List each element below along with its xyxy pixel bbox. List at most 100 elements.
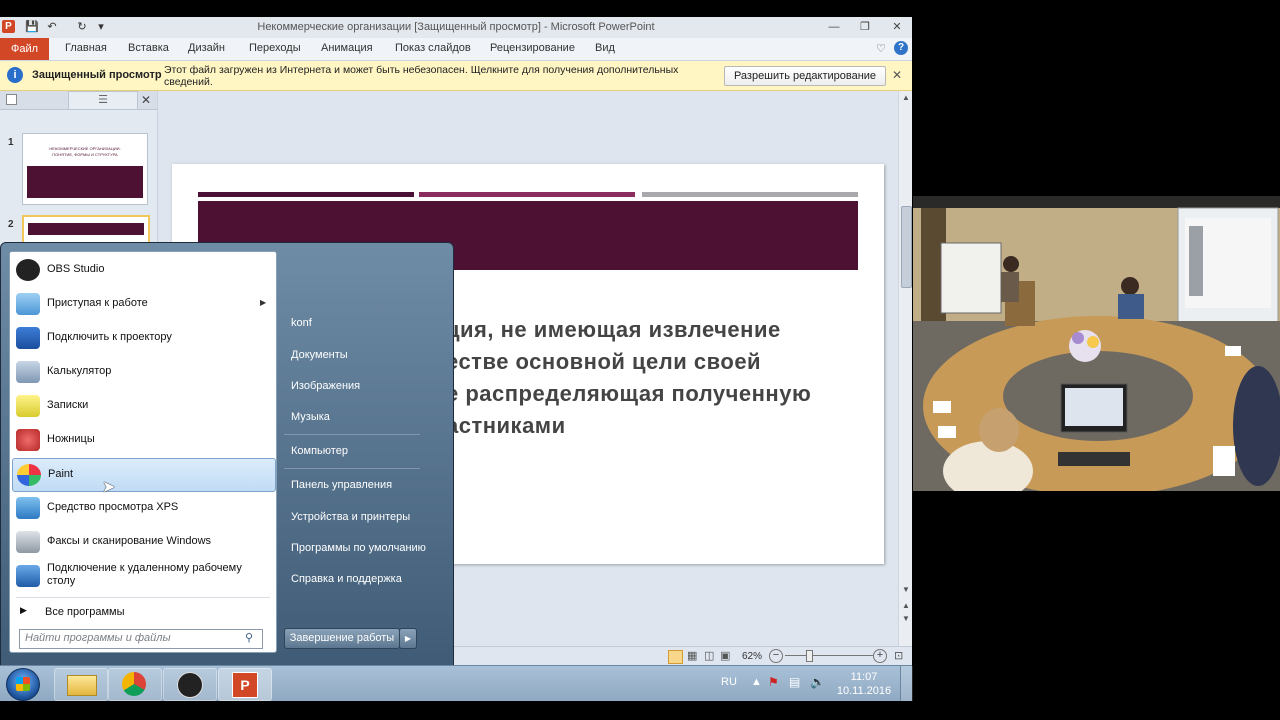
start-right-pictures[interactable]: Изображения bbox=[291, 380, 360, 392]
slides-tab-icon[interactable] bbox=[6, 94, 17, 105]
tab-slideshow[interactable]: Показ слайдов bbox=[395, 42, 471, 54]
message-line-2: сведений. bbox=[164, 76, 213, 88]
language-indicator[interactable]: RU bbox=[721, 676, 737, 688]
protected-view-bar: i Защищенный просмотр Этот файл загружен… bbox=[0, 61, 912, 91]
close-pane-icon[interactable]: ✕ bbox=[141, 93, 151, 107]
program-sticky-notes[interactable]: Записки bbox=[12, 390, 274, 422]
slide-line-2: естве основной цели своей bbox=[446, 349, 762, 374]
zoom-slider[interactable] bbox=[785, 655, 873, 656]
zoom-out-icon[interactable]: − bbox=[769, 649, 783, 663]
xps-viewer-icon bbox=[16, 497, 40, 519]
zoom-in-icon[interactable]: + bbox=[873, 649, 887, 663]
chrome-icon bbox=[122, 672, 146, 696]
ribbon-tabs: Файл Главная Вставка Дизайн Переходы Ани… bbox=[0, 38, 912, 61]
program-connect-projector[interactable]: Подключить к проектору bbox=[12, 322, 274, 354]
enable-editing-button[interactable]: Разрешить редактирование bbox=[724, 66, 886, 86]
zoom-level[interactable]: 62% bbox=[742, 651, 762, 662]
slide-number-1: 1 bbox=[8, 137, 14, 148]
program-obs-studio[interactable]: OBS Studio bbox=[12, 254, 274, 286]
tray-arrow-icon[interactable]: ▲ bbox=[751, 676, 762, 688]
sticky-notes-icon bbox=[16, 395, 40, 417]
program-label: Средство просмотра XPS bbox=[47, 501, 179, 513]
zoom-slider-thumb[interactable] bbox=[806, 650, 813, 662]
thumb1-title-line2: ПОНЯТИЕ, ФОРМЫ И СТРУКТУРА bbox=[52, 152, 118, 157]
scroll-up-icon[interactable]: ▲ bbox=[899, 93, 912, 102]
program-xps-viewer[interactable]: Средство просмотра XPS bbox=[12, 492, 274, 524]
program-label: Приступая к работе bbox=[47, 297, 148, 309]
slideshow-view-icon[interactable]: ▣ bbox=[720, 649, 730, 662]
volume-icon[interactable]: 🔈 bbox=[810, 675, 825, 689]
close-button[interactable]: ✕ bbox=[888, 20, 906, 34]
start-right-konf[interactable]: konf bbox=[291, 317, 312, 329]
shutdown-options-icon[interactable]: ▶ bbox=[399, 628, 417, 649]
scroll-thumb[interactable] bbox=[901, 206, 912, 288]
program-getting-started[interactable]: Приступая к работе ▶ bbox=[12, 288, 274, 320]
tab-view[interactable]: Вид bbox=[595, 42, 615, 54]
shutdown-label: Завершение работы bbox=[289, 632, 395, 644]
close-infobar-icon[interactable]: ✕ bbox=[892, 68, 902, 82]
clock-date: 10.11.2016 bbox=[836, 685, 892, 697]
tab-insert[interactable]: Вставка bbox=[128, 42, 169, 54]
start-right-default-programs[interactable]: Программы по умолчанию bbox=[291, 542, 426, 554]
tab-animation[interactable]: Анимация bbox=[321, 42, 373, 54]
program-calculator[interactable]: Калькулятор bbox=[12, 356, 274, 388]
slide-line-1: ция, не имеющая извлечение bbox=[446, 317, 781, 342]
program-label: Калькулятор bbox=[47, 365, 112, 377]
vertical-scrollbar[interactable]: ▲ ▼ ▲ ▼ bbox=[898, 91, 912, 651]
start-right-computer[interactable]: Компьютер bbox=[291, 445, 348, 457]
outline-tab-icon[interactable]: ☰ bbox=[68, 91, 138, 110]
taskbar-obs[interactable] bbox=[163, 668, 217, 701]
program-label: Подключение к удаленному рабочему bbox=[47, 562, 242, 574]
start-search-field[interactable]: Найти программы и файлы ⚲ bbox=[19, 629, 263, 649]
start-right-devices-printers[interactable]: Устройства и принтеры bbox=[291, 511, 410, 523]
scissors-icon bbox=[16, 429, 40, 451]
taskbar-powerpoint[interactable]: P bbox=[218, 668, 272, 701]
network-icon[interactable]: ▤ bbox=[789, 675, 800, 689]
start-button[interactable] bbox=[6, 668, 40, 701]
start-right-music[interactable]: Музыка bbox=[291, 411, 330, 423]
action-center-icon[interactable]: ⚑ bbox=[768, 675, 779, 689]
tab-file[interactable]: Файл bbox=[0, 38, 49, 60]
scroll-down-icon[interactable]: ▼ bbox=[899, 585, 912, 594]
program-fax-scan[interactable]: Факсы и сканирование Windows bbox=[12, 526, 274, 558]
program-snipping-tool[interactable]: Ножницы bbox=[12, 424, 274, 456]
minimize-button[interactable]: — bbox=[825, 20, 843, 34]
folder-icon bbox=[67, 675, 97, 696]
previous-slide-icon[interactable]: ▲ bbox=[899, 601, 912, 610]
protected-view-message[interactable]: Этот файл загружен из Интернета и может … bbox=[164, 64, 678, 88]
taskbar: P RU ▲ ⚑ ▤ 🔈 11:07 10.11.2016 bbox=[0, 665, 913, 701]
slide-sorter-icon[interactable]: ▦ bbox=[687, 649, 697, 662]
tab-transitions[interactable]: Переходы bbox=[249, 42, 301, 54]
clock[interactable]: 11:07 10.11.2016 bbox=[836, 670, 892, 698]
start-right-help-support[interactable]: Справка и поддержка bbox=[291, 573, 402, 585]
help-icon[interactable]: ? bbox=[894, 41, 908, 55]
fit-slide-icon[interactable]: ⊡ bbox=[894, 649, 903, 662]
all-programs-button[interactable]: ▶ Все программы bbox=[18, 602, 268, 622]
projector-icon bbox=[16, 327, 40, 349]
separator bbox=[284, 434, 420, 435]
slide-thumbnail-1[interactable]: НЕКОММЕРЧЕСКИЕ ОРГАНИЗАЦИИ: ПОНЯТИЕ, ФОР… bbox=[22, 133, 148, 205]
getting-started-icon bbox=[16, 293, 40, 315]
taskbar-explorer[interactable] bbox=[54, 668, 108, 701]
program-remote-desktop[interactable]: Подключение к удаленному рабочему столу bbox=[12, 560, 274, 594]
thumb2-banner bbox=[28, 223, 144, 235]
slide-body-text[interactable]: ция, не имеющая извлечение естве основно… bbox=[446, 314, 838, 442]
next-slide-icon[interactable]: ▼ bbox=[899, 614, 912, 623]
powerpoint-taskbar-icon: P bbox=[232, 672, 258, 698]
start-right-control-panel[interactable]: Панель управления bbox=[291, 479, 392, 491]
tab-home[interactable]: Главная bbox=[65, 42, 107, 54]
maximize-button[interactable]: ❐ bbox=[856, 20, 874, 34]
tab-review[interactable]: Рецензирование bbox=[490, 42, 575, 54]
show-desktop-button[interactable] bbox=[900, 666, 913, 701]
program-label-wrap: Подключение к удаленному рабочему столу bbox=[47, 562, 242, 588]
slide-line-3: е распределяющая полученную bbox=[446, 381, 812, 406]
taskbar-chrome[interactable] bbox=[108, 668, 162, 701]
shutdown-button[interactable]: Завершение работы bbox=[284, 628, 400, 649]
slide-accent-bar-3 bbox=[642, 192, 858, 197]
tab-design[interactable]: Дизайн bbox=[188, 42, 225, 54]
minimize-ribbon-icon[interactable]: ♡ bbox=[876, 42, 886, 55]
normal-view-icon[interactable] bbox=[668, 650, 683, 664]
program-paint[interactable]: Paint bbox=[12, 458, 276, 492]
reading-view-icon[interactable]: ◫ bbox=[704, 649, 714, 662]
start-right-documents[interactable]: Документы bbox=[291, 349, 348, 361]
